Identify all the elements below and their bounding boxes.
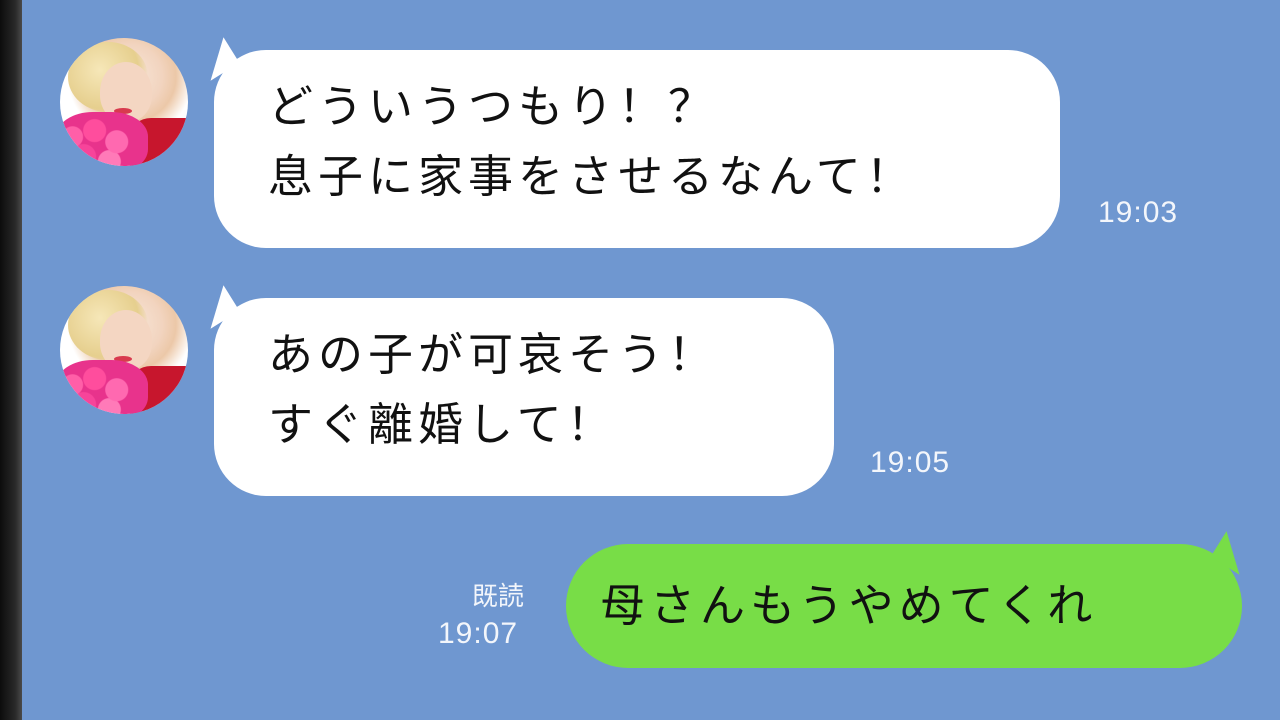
- incoming-message-bubble[interactable]: どういうつもり！？ 息子に家事をさせるなんて！: [214, 50, 1060, 248]
- message-text: 母さんもうやめてくれ: [600, 579, 1098, 632]
- message-text-line: 息子に家事をさせるなんて！: [268, 150, 916, 203]
- message-text-line: すぐ離婚して！: [268, 398, 617, 451]
- sender-avatar[interactable]: [60, 286, 188, 414]
- read-receipt: 既読: [472, 582, 525, 612]
- avatar-roses: [60, 360, 148, 414]
- message-timestamp: 19:03: [1098, 196, 1179, 229]
- avatar-roses: [60, 112, 148, 166]
- outgoing-message-bubble[interactable]: 母さんもうやめてくれ: [566, 544, 1242, 668]
- message-text-line: どういうつもり！？: [268, 80, 719, 133]
- device-frame-edge: [0, 0, 22, 720]
- incoming-message-bubble[interactable]: あの子が可哀そう！ すぐ離婚して！: [214, 298, 834, 496]
- message-text-line: あの子が可哀そう！: [268, 328, 719, 381]
- message-timestamp: 19:07: [438, 617, 519, 650]
- message-timestamp: 19:05: [870, 446, 951, 479]
- sender-avatar[interactable]: [60, 38, 188, 166]
